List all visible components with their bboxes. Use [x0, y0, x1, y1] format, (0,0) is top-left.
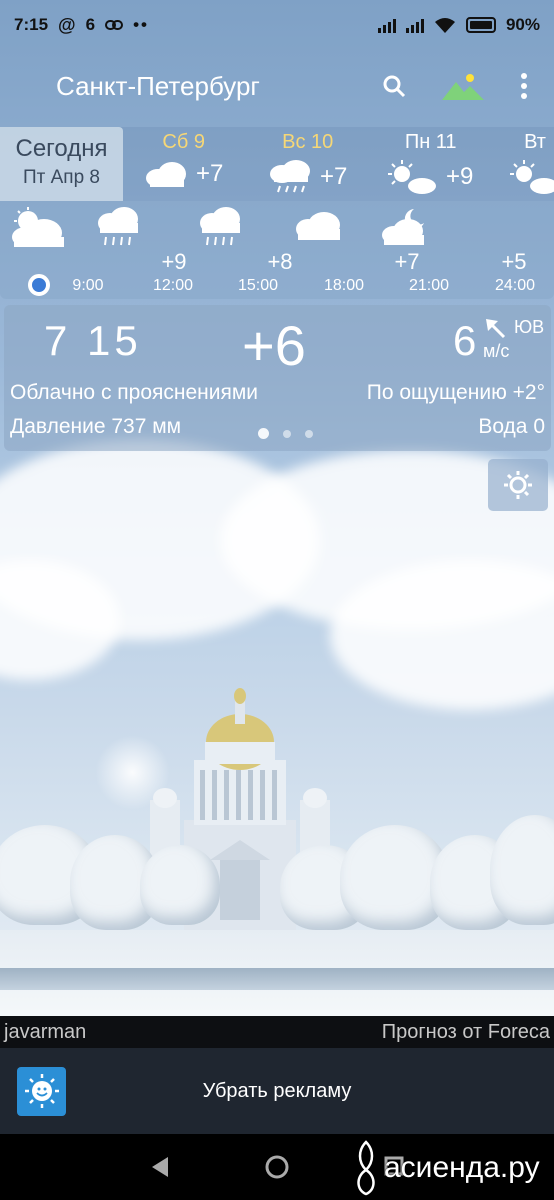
app-bar: Санкт-Петербург: [0, 55, 554, 117]
hour-temp: +7: [394, 249, 420, 274]
page-dot: [258, 428, 269, 439]
hour-temp: +5: [501, 249, 527, 274]
wifi-icon: [434, 18, 455, 33]
pressure: Давление 737 мм: [10, 415, 182, 438]
wind-direction-icon: [486, 319, 506, 339]
day-label: Пн 11: [404, 131, 457, 153]
hourly-forecast[interactable]: +9 +8 +7 +5 9:00 12:00 15:00 18:00 21:00…: [0, 201, 554, 299]
partly-sunny-icon: [388, 160, 436, 194]
rain-icon: [200, 207, 240, 246]
remove-ads-bar[interactable]: Убрать рекламу: [0, 1048, 554, 1134]
more-notifs-icon: ••: [133, 15, 149, 34]
battery-level: 90%: [505, 15, 540, 34]
current-conditions-card[interactable]: 7 15 +6 6 ЮВ м/с Облачно с прояснениями …: [4, 305, 551, 451]
home-icon[interactable]: [264, 1154, 290, 1180]
tab-day-mon[interactable]: Пн 11 +9: [388, 131, 473, 194]
day-label: Вт: [524, 131, 546, 153]
tab-today[interactable]: Сегодня Пт Апр 8: [0, 127, 123, 201]
page-indicator: [258, 428, 313, 439]
battery-icon: [465, 17, 496, 33]
signal-icon: [377, 17, 396, 33]
day-label: Вс 10: [282, 131, 334, 153]
notif-temp: 6: [85, 15, 96, 34]
back-icon[interactable]: [150, 1156, 170, 1178]
hour-time: 9:00: [72, 277, 104, 294]
city-title[interactable]: Санкт-Петербург: [56, 71, 260, 102]
current-time-marker: [28, 274, 50, 296]
day-temp: +7: [196, 160, 224, 187]
sun-icon: [504, 471, 532, 499]
tab-day-tue[interactable]: Вт: [510, 131, 554, 194]
watermark-logo-icon: [357, 1140, 375, 1196]
day-temp: +7: [320, 163, 348, 190]
day-temp: +9: [446, 163, 474, 190]
condition-text: Облачно с прояснениями: [10, 381, 259, 404]
tab-day-sat[interactable]: Сб 9 +7: [144, 131, 223, 188]
hour-time: 12:00: [152, 277, 194, 294]
current-time: 7 15: [44, 317, 142, 364]
partly-sunny-icon: [510, 160, 554, 194]
credits-bar: javarman Прогноз от Foreca: [0, 1016, 554, 1048]
rain-icon: [270, 160, 310, 193]
hour-time: 18:00: [323, 277, 365, 294]
page-dot: [305, 429, 313, 438]
landscape-icon[interactable]: [442, 72, 484, 100]
signal-icon: [405, 17, 424, 33]
day-tabs: Сегодня Пт Апр 8 Сб 9 +7 Вс 10 +7 Пн 11 …: [0, 127, 554, 201]
partly-cloudy-icon: [12, 207, 64, 247]
status-bar: 7:15 @ 6 •• 90%: [0, 0, 554, 50]
wind-unit: м/с: [483, 341, 510, 361]
more-vert-icon[interactable]: [520, 73, 528, 99]
tab-day-sun[interactable]: Вс 10 +7: [268, 131, 347, 194]
wind-speed: 6: [453, 317, 477, 364]
hour-time: 15:00: [237, 277, 279, 294]
clock: 7:15: [14, 15, 49, 34]
feels-like: По ощущению +2°: [366, 381, 545, 404]
hour-temp: +9: [161, 249, 187, 274]
hour-time: 24:00: [494, 277, 536, 294]
remove-ads-label: Убрать рекламу: [202, 1079, 352, 1102]
wind-direction: ЮВ: [514, 317, 545, 337]
hour-temp: +8: [267, 249, 293, 274]
day-label: Сб 9: [162, 131, 205, 153]
forecast-provider[interactable]: Прогноз от Foreca: [382, 1021, 550, 1044]
watermark: асиенда.ру: [352, 1138, 552, 1198]
today-label: Сегодня: [15, 135, 108, 162]
photo-author[interactable]: javarman: [4, 1021, 86, 1044]
at-icon: @: [58, 14, 76, 35]
hour-time: 21:00: [408, 277, 450, 294]
page-dot: [283, 429, 291, 438]
night-cloud-icon: [382, 209, 424, 245]
cloudy-icon: [146, 162, 186, 187]
sun-info-button[interactable]: [488, 459, 548, 511]
water-temp: Вода 0: [478, 415, 545, 438]
current-temp: +6: [242, 314, 306, 377]
rain-icon: [98, 207, 138, 246]
app-logo-icon: [17, 1066, 66, 1116]
cloud-icon: [296, 212, 340, 240]
today-date: Пт Апр 8: [22, 167, 100, 188]
search-icon[interactable]: [382, 74, 406, 98]
link-icon: [105, 20, 124, 30]
watermark-text: асиенда.ру: [384, 1151, 540, 1184]
